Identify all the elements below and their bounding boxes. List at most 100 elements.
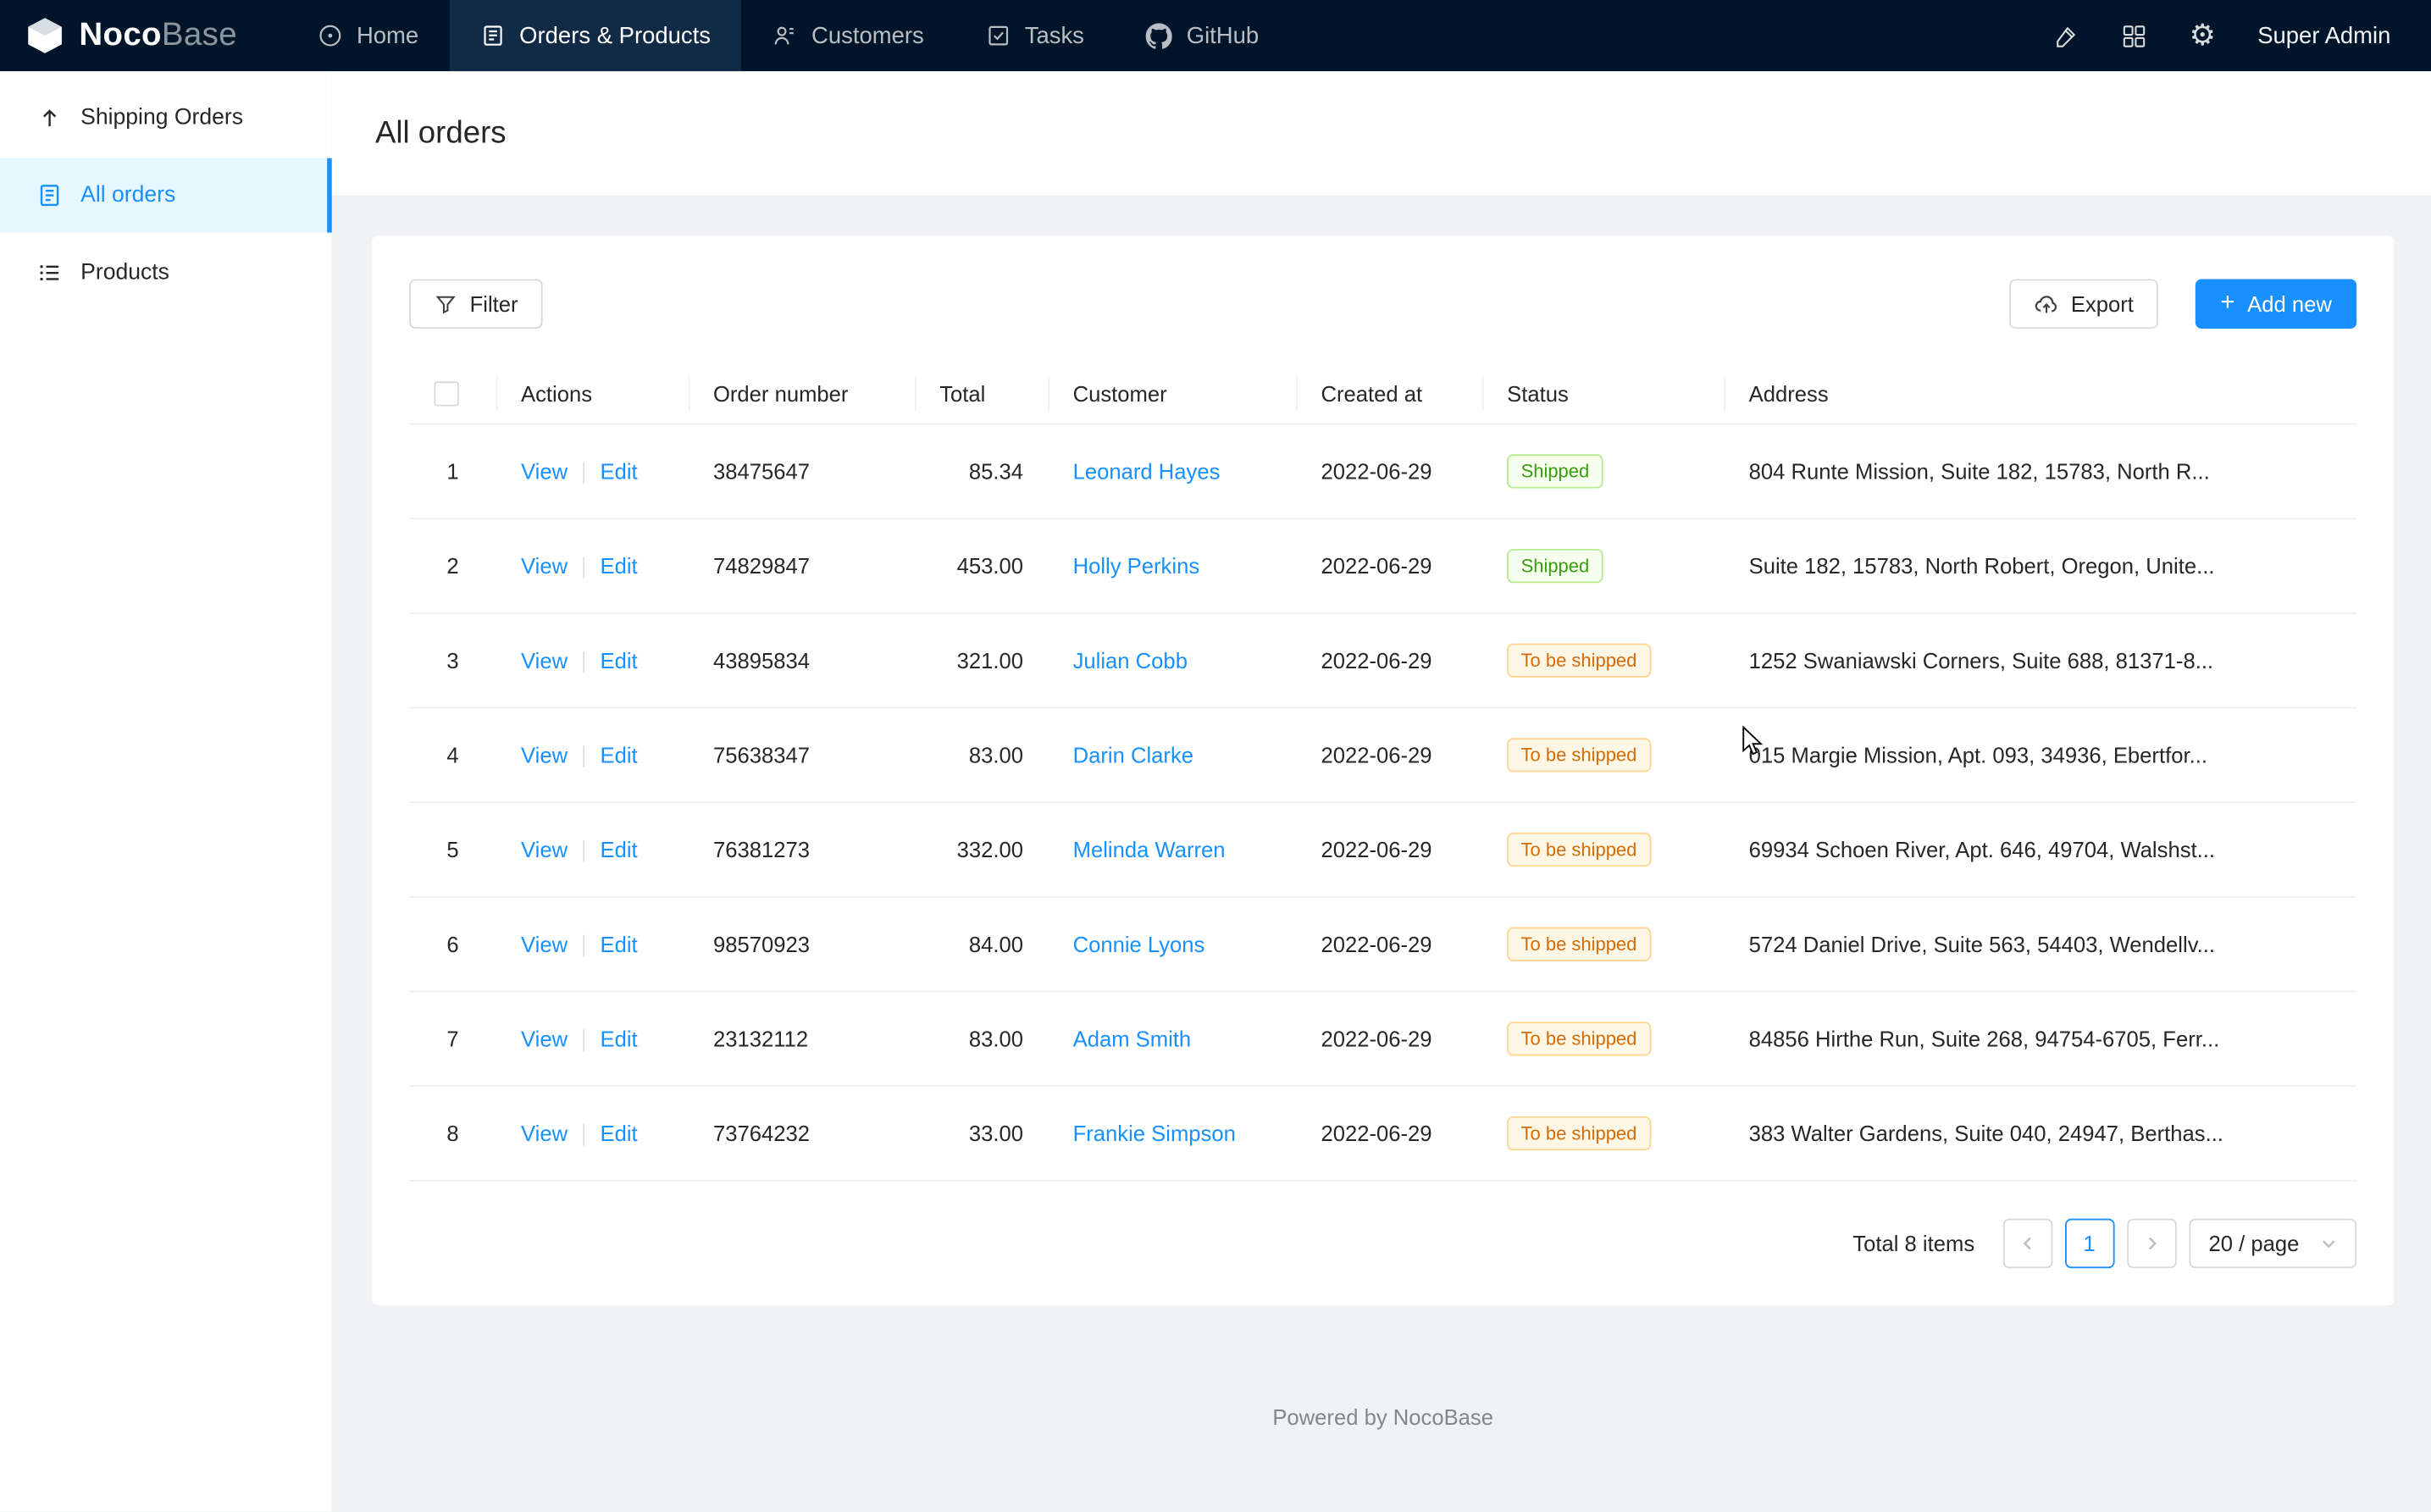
gear-icon[interactable]: ⚙ [2190, 21, 2216, 51]
nav-item-home[interactable]: Home [287, 0, 450, 71]
edit-link[interactable]: Edit [601, 1027, 638, 1051]
customer-link[interactable]: Darin Clarke [1073, 743, 1193, 767]
address-cell: 69934 Schoen River, Apt. 646, 49704, Wal… [1724, 803, 2356, 898]
status-cell: To be shipped [1482, 613, 1725, 708]
view-link[interactable]: View [521, 459, 568, 484]
customer-link[interactable]: Julian Cobb [1073, 649, 1188, 673]
blocks-icon[interactable] [2121, 23, 2147, 49]
row-actions: View Edit [496, 803, 689, 898]
export-icon [2034, 291, 2058, 316]
add-new-button[interactable]: + Add new [2196, 279, 2356, 329]
navbar-right: ⚙ Super Admin [2053, 0, 2431, 71]
add-new-button-label: Add new [2247, 291, 2332, 316]
sidebar-item-shipping-orders[interactable]: Shipping Orders [0, 80, 332, 155]
table-row: 1 ViewEdit 38475647 85.34 Leonard Hayes … [409, 424, 2356, 519]
customer-cell: Julian Cobb [1048, 613, 1296, 708]
column-header-actions: Actions [496, 363, 689, 424]
edit-link[interactable]: Edit [601, 743, 638, 767]
powered-by-footer: Powered by NocoBase [372, 1306, 2394, 1467]
user-menu[interactable]: Super Admin [2257, 23, 2390, 49]
vertical-divider [583, 1030, 584, 1052]
sidebar-item-label: Shipping Orders [80, 105, 243, 130]
order-number-cell: 76381273 [689, 803, 915, 898]
export-button-label: Export [2071, 291, 2134, 316]
edit-link[interactable]: Edit [601, 838, 638, 862]
customer-link[interactable]: Connie Lyons [1073, 933, 1205, 957]
vertical-divider [583, 557, 584, 579]
nav-item-label: GitHub [1187, 23, 1259, 49]
view-link[interactable]: View [521, 1027, 568, 1051]
edit-link[interactable]: Edit [601, 648, 638, 673]
edit-link[interactable]: Edit [601, 459, 638, 484]
order-number-cell: 98570923 [689, 897, 915, 992]
view-link[interactable]: View [521, 554, 568, 579]
nav-item-github[interactable]: GitHub [1116, 0, 1290, 71]
edit-link[interactable]: Edit [601, 932, 638, 956]
page-size-select[interactable]: 20 / page [2189, 1219, 2356, 1269]
column-header-created-at: Created at [1296, 363, 1482, 424]
customer-link[interactable]: Melinda Warren [1073, 838, 1226, 862]
pagination-page-1[interactable]: 1 [2064, 1219, 2114, 1269]
row-index: 1 [409, 424, 496, 519]
total-cell: 321.00 [915, 613, 1048, 708]
row-index: 2 [409, 519, 496, 614]
total-cell: 332.00 [915, 803, 1048, 898]
sidebar-item-products[interactable]: Products [0, 235, 332, 310]
customer-link[interactable]: Leonard Hayes [1073, 459, 1221, 484]
row-actions: View Edit [496, 613, 689, 708]
nav-item-label: Customers [811, 23, 924, 49]
vertical-divider [583, 652, 584, 674]
address-cell: 015 Margie Mission, Apt. 093, 34936, Ebe… [1724, 708, 2356, 803]
row-index: 8 [409, 1087, 496, 1182]
row-actions: View Edit [496, 424, 689, 519]
export-button[interactable]: Export [2009, 279, 2159, 329]
view-link[interactable]: View [521, 648, 568, 673]
filter-button-label: Filter [470, 291, 518, 316]
content-area: Filter Export + Add new [332, 196, 2431, 1467]
row-actions: View Edit [496, 992, 689, 1087]
total-cell: 33.00 [915, 1087, 1048, 1182]
customer-link[interactable]: Frankie Simpson [1073, 1122, 1236, 1146]
nav-item-customers[interactable]: Customers [742, 0, 955, 71]
column-header-order-number: Order number [689, 363, 915, 424]
view-link[interactable]: View [521, 743, 568, 767]
created-at-cell: 2022-06-29 [1296, 803, 1482, 898]
orders-card: Filter Export + Add new [372, 235, 2394, 1305]
order-number-cell: 38475647 [689, 424, 915, 519]
highlighter-icon[interactable] [2053, 23, 2079, 49]
created-at-cell: 2022-06-29 [1296, 897, 1482, 992]
select-all-checkbox[interactable] [434, 382, 458, 407]
status-tag: To be shipped [1507, 928, 1651, 961]
nav-item-tasks[interactable]: Tasks [955, 0, 1115, 71]
table-row: 4 ViewEdit 75638347 83.00 Darin Clarke 2… [409, 708, 2356, 803]
pagination-prev-button[interactable] [2002, 1219, 2052, 1269]
edit-link[interactable]: Edit [601, 554, 638, 579]
customer-link[interactable]: Adam Smith [1073, 1027, 1192, 1051]
view-link[interactable]: View [521, 1122, 568, 1146]
status-tag: To be shipped [1507, 1116, 1651, 1150]
created-at-cell: 2022-06-29 [1296, 708, 1482, 803]
table-row: 8 ViewEdit 73764232 33.00 Frankie Simpso… [409, 1087, 2356, 1182]
customer-cell: Melinda Warren [1048, 803, 1296, 898]
sidebar-item-all-orders[interactable]: All orders [0, 158, 332, 233]
column-header-total: Total [915, 363, 1048, 424]
pagination-next-button[interactable] [2127, 1219, 2177, 1269]
filter-button[interactable]: Filter [409, 279, 543, 329]
customer-link[interactable]: Holly Perkins [1073, 554, 1200, 579]
view-link[interactable]: View [521, 932, 568, 956]
body-row: Shipping Orders All orders Products All … [0, 71, 2431, 1511]
edit-link[interactable]: Edit [601, 1122, 638, 1146]
customer-cell: Connie Lyons [1048, 897, 1296, 992]
status-tag: Shipped [1507, 455, 1603, 489]
status-cell: To be shipped [1482, 803, 1725, 898]
nav-item-orders-products[interactable]: Orders & Products [450, 0, 742, 71]
view-link[interactable]: View [521, 838, 568, 862]
pagination-total: Total 8 items [1852, 1232, 1974, 1256]
status-cell: To be shipped [1482, 992, 1725, 1087]
chevron-right-icon [2144, 1236, 2159, 1251]
status-cell: Shipped [1482, 519, 1725, 614]
nocobase-logo[interactable]: NocoBase [0, 0, 265, 71]
arrow-up-icon [37, 105, 62, 130]
vertical-divider [583, 462, 584, 485]
order-number-cell: 43895834 [689, 613, 915, 708]
